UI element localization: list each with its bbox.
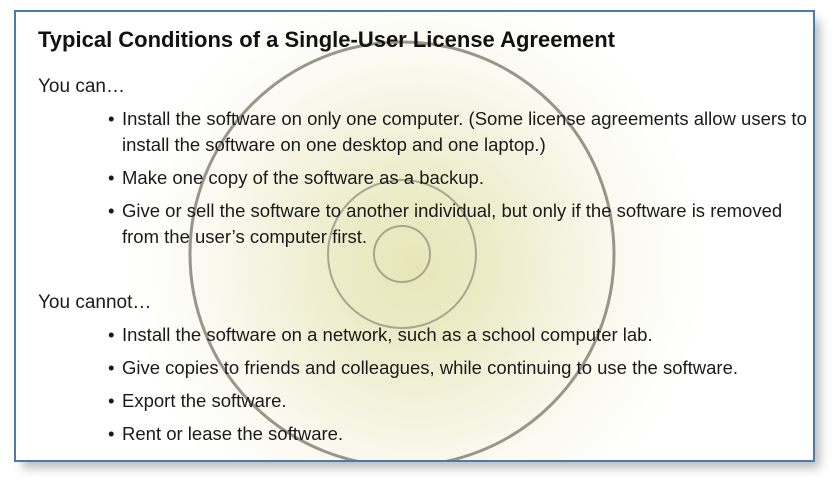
you-can-list: Install the software on only one compute… (108, 106, 808, 257)
list-item: Rent or lease the software. (108, 421, 813, 447)
list-item: Install the software on only one compute… (108, 106, 808, 158)
list-item: Install the software on a network, such … (108, 322, 813, 348)
list-item: Make one copy of the software as a backu… (108, 165, 808, 191)
you-can-heading: You can… (38, 76, 125, 97)
license-agreement-panel: Typical Conditions of a Single-User Lice… (14, 10, 815, 462)
you-cannot-list: Install the software on a network, such … (108, 322, 813, 454)
page-title: Typical Conditions of a Single-User Lice… (38, 27, 616, 52)
list-item: Give copies to friends and colleagues, w… (108, 355, 813, 381)
list-item: Give or sell the software to another ind… (108, 198, 808, 250)
list-item: Export the software. (108, 388, 813, 414)
you-cannot-heading: You cannot… (38, 292, 152, 313)
